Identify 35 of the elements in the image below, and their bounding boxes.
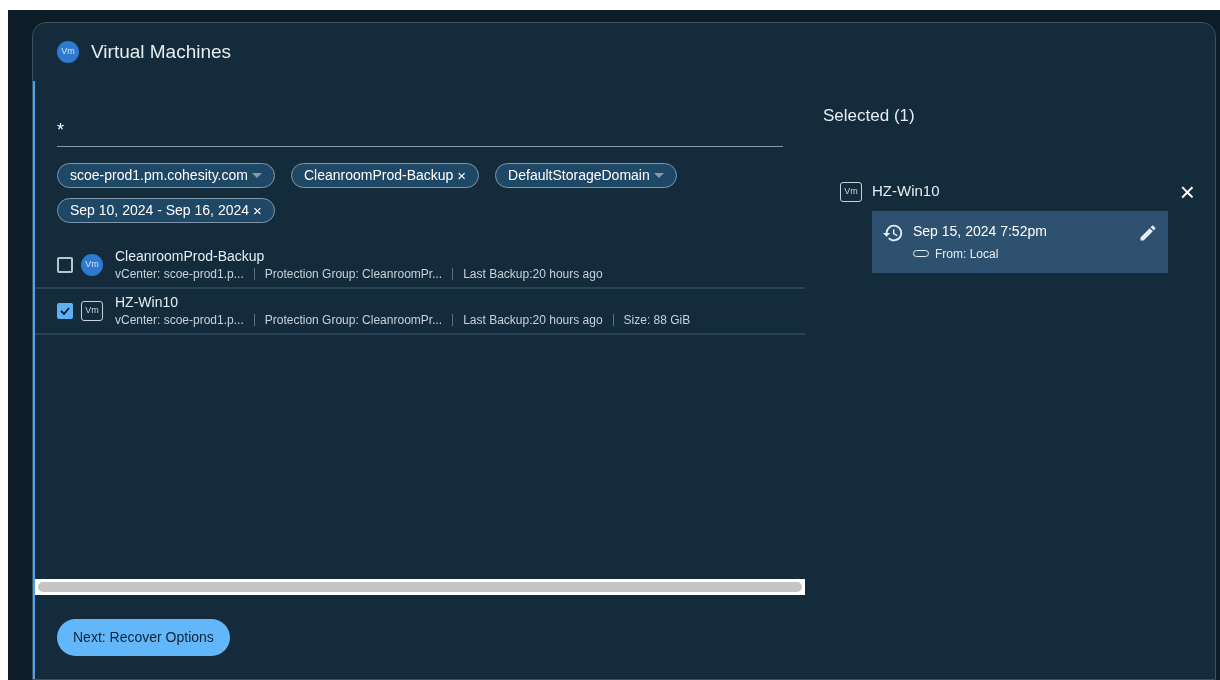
snapshot-time: Sep 15, 2024 7:52pm	[913, 221, 1048, 241]
vm-icon: Vm	[57, 41, 79, 63]
horizontal-scrollbar[interactable]	[35, 579, 805, 595]
checkmark-icon	[59, 305, 71, 317]
snapshot-card[interactable]: Sep 15, 2024 7:52pm From: Local	[872, 210, 1168, 273]
filter-chip[interactable]: scoe-prod1.pm.cohesity.com	[57, 163, 275, 188]
vm-detail: Last Backup:20 hours ago	[463, 266, 603, 283]
vm-detail: vCenter: scoe-prod1.p...	[115, 312, 244, 329]
vm-icon: Vm	[81, 301, 103, 321]
filter-chip[interactable]: CleanroomProd-Backup ×	[290, 163, 480, 188]
close-icon[interactable]: ×	[253, 203, 262, 218]
filter-chip[interactable]: Sep 10, 2024 - Sep 16, 2024 ×	[57, 198, 275, 223]
close-icon[interactable]: ×	[1179, 178, 1195, 205]
vm-name: HZ-Win10	[115, 293, 179, 311]
vm-detail: Protection Group: CleanroomPr...	[264, 312, 443, 329]
edit-icon[interactable]	[1138, 222, 1158, 243]
close-icon[interactable]: ×	[457, 168, 467, 183]
snapshot-source: From: Local	[935, 245, 999, 263]
caret-icon	[653, 173, 664, 178]
checkbox[interactable]	[57, 257, 73, 273]
selected-heading: Selected (1)	[823, 105, 916, 127]
vm-detail: Last Backup:20 hours ago	[463, 312, 603, 329]
filter-chip[interactable]: DefaultStorageDomain	[495, 163, 677, 188]
selected-vm-name: HZ-Win10	[872, 181, 940, 202]
caret-icon	[251, 173, 262, 178]
vm-icon: Vm	[81, 254, 103, 276]
checkbox[interactable]	[57, 303, 73, 319]
vm-icon: Vm	[840, 181, 862, 202]
vm-name: CleanroomProd-Backup	[115, 247, 266, 265]
vm-detail: vCenter: scoe-prod1.p...	[115, 266, 244, 283]
vm-detail: Protection Group: CleanroomPr...	[264, 266, 443, 283]
search-field[interactable]: *	[57, 111, 783, 147]
next-button[interactable]: Next: Recover Options	[57, 618, 230, 656]
vm-detail: Size: 88 GiB	[623, 312, 691, 329]
dialog-title: Virtual Machines	[91, 39, 232, 64]
